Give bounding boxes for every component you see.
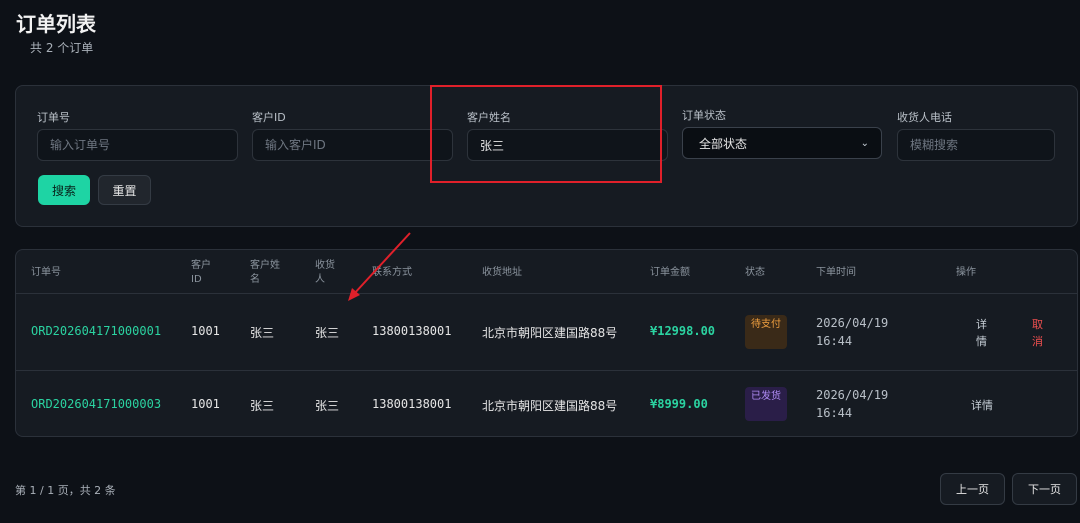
- phone-cell: 13800138001: [372, 324, 452, 338]
- arrow-shaft: [352, 232, 411, 296]
- order-time: 16:44: [816, 334, 853, 348]
- amount-cell: ¥8999.00: [650, 397, 708, 411]
- customer-id-cell: 1001: [191, 324, 220, 338]
- annotation-arrow: [348, 232, 411, 301]
- table-row: ORD202604171000001 1001 张三 张三 1380013800…: [16, 295, 1077, 371]
- date-cell: 2026/04/19 16:44: [816, 386, 888, 422]
- order-no-input[interactable]: [37, 129, 238, 161]
- detail-button[interactable]: 详情: [976, 316, 990, 350]
- order-date: 2026/04/19: [816, 316, 889, 330]
- order-status-select[interactable]: 全部状态 ⌄: [682, 127, 882, 159]
- prev-page-button[interactable]: 上一页: [940, 473, 1005, 505]
- col-order-no: 订单号: [31, 267, 61, 278]
- status-badge: 待支付: [745, 315, 787, 349]
- chevron-down-icon: ⌄: [860, 137, 869, 149]
- customer-name-cell: 张三: [250, 399, 275, 413]
- table-row: ORD202604171000003 1001 张三 张三 1380013800…: [16, 372, 1077, 436]
- amount-cell: ¥12998.00: [650, 324, 716, 338]
- detail-button[interactable]: 详情: [971, 397, 993, 414]
- col-date: 下单时间: [816, 267, 856, 278]
- order-no-cell[interactable]: ORD202604171000003: [31, 397, 161, 411]
- customer-name-cell: 张三: [250, 326, 275, 340]
- phone-cell: 13800138001: [372, 397, 452, 411]
- order-date: 2026/04/19: [816, 388, 889, 402]
- col-receiver: 收货人: [315, 260, 335, 285]
- address-cell: 北京市朝阳区建国路88号: [482, 326, 618, 340]
- search-button[interactable]: 搜索: [38, 175, 90, 205]
- col-actions: 操作: [956, 267, 976, 278]
- order-status-value: 全部状态: [699, 136, 748, 151]
- order-status-field: 订单状态 全部状态 ⌄: [682, 107, 882, 159]
- receiver-cell: 张三: [315, 399, 340, 413]
- order-no-label: 订单号: [37, 111, 70, 124]
- table-header: 订单号 客户ID 客户姓名 收货人 联系方式 收货地址 订单金额 状态 下单时间…: [16, 250, 1077, 294]
- receiver-phone-field: 收货人电话: [897, 109, 1055, 161]
- receiver-phone-input[interactable]: [897, 129, 1055, 161]
- order-status-label: 订单状态: [682, 109, 726, 122]
- receiver-cell: 张三: [315, 326, 340, 340]
- col-status: 状态: [745, 267, 765, 278]
- date-cell: 2026/04/19 16:44: [816, 314, 888, 350]
- customer-id-cell: 1001: [191, 397, 220, 411]
- status-badge: 已发货: [745, 387, 787, 421]
- col-customer-name: 客户姓名: [250, 260, 280, 285]
- customer-id-input[interactable]: [252, 129, 453, 161]
- order-time: 16:44: [816, 406, 853, 420]
- orders-table: 订单号 客户ID 客户姓名 收货人 联系方式 收货地址 订单金额 状态 下单时间…: [15, 249, 1078, 437]
- receiver-phone-label: 收货人电话: [897, 111, 952, 124]
- col-customer-id: 客户ID: [191, 260, 211, 285]
- col-address: 收货地址: [482, 267, 522, 278]
- order-count: 共 2 个订单: [30, 41, 94, 55]
- next-page-button[interactable]: 下一页: [1012, 473, 1077, 505]
- order-no-field: 订单号: [37, 109, 238, 161]
- highlight-annotation-box: [430, 85, 662, 183]
- pagination-info: 第 1 / 1 页，共 2 条: [15, 484, 116, 497]
- order-no-cell[interactable]: ORD202604171000001: [31, 324, 161, 338]
- customer-id-field: 客户ID: [252, 109, 453, 161]
- page-title: 订单列表: [16, 12, 96, 36]
- reset-button[interactable]: 重置: [98, 175, 151, 205]
- order-list-page: 订单列表 共 2 个订单 订单号 客户ID 客户姓名 订单状态 全部状态 ⌄ 收…: [0, 0, 1080, 523]
- col-amount: 订单金额: [650, 267, 690, 278]
- cancel-order-button[interactable]: 取消: [1032, 316, 1046, 350]
- address-cell: 北京市朝阳区建国路88号: [482, 399, 618, 413]
- customer-id-label: 客户ID: [252, 111, 286, 124]
